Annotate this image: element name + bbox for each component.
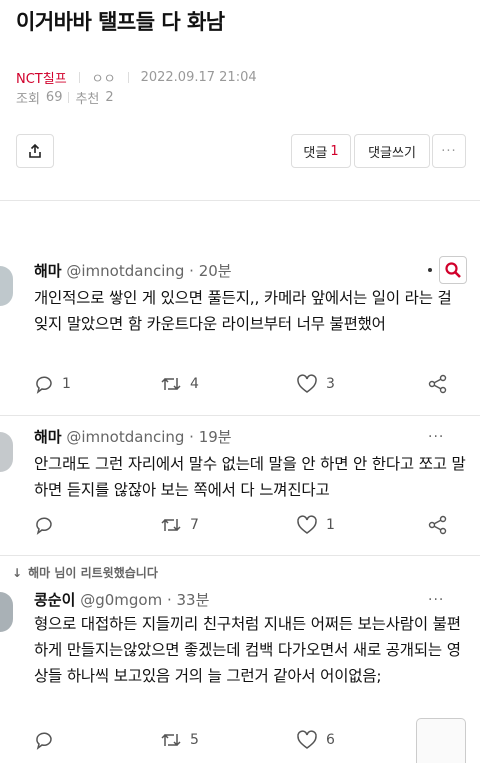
meta-divider	[127, 72, 129, 83]
like-icon	[297, 730, 317, 749]
tweet-screenshot: 해마 @imnotdancing · 20분 개인적으로 쌓인 게 있으면 풀든…	[0, 200, 480, 763]
like-count: 3	[326, 376, 335, 392]
like-action[interactable]: 6	[296, 730, 335, 750]
comment-label: 댓글	[303, 145, 328, 161]
retweet-action[interactable]: 5	[160, 730, 199, 750]
reply-icon	[36, 376, 52, 394]
tweet-author: 해마	[34, 262, 62, 280]
retweet-icon	[161, 518, 181, 532]
meta-divider	[78, 72, 80, 83]
search-icon	[445, 262, 461, 278]
post-stats: 조회 69 추천 2	[16, 88, 114, 107]
tweet-more-icon[interactable]: ···	[428, 592, 444, 608]
post-datetime: 2022.09.17 21:04	[140, 70, 257, 85]
retweet-count: 5	[190, 732, 199, 748]
avatar	[0, 432, 13, 472]
divider	[0, 200, 480, 201]
share-node-icon	[428, 374, 447, 394]
author-name[interactable]: ㅇㅇ	[92, 68, 116, 87]
share-icon	[29, 143, 41, 158]
sticker-image	[416, 718, 466, 763]
recommend-count: 2	[105, 90, 114, 105]
write-comment-button[interactable]: 댓글쓰기	[354, 134, 430, 168]
retweet-icon	[161, 733, 181, 747]
tweet-actions: 1 4 3	[34, 374, 454, 396]
like-count: 6	[326, 732, 335, 748]
share-button[interactable]	[16, 134, 54, 168]
like-action[interactable]: 3	[296, 374, 335, 394]
comment-button[interactable]: 댓글 1	[291, 134, 351, 168]
divider	[0, 555, 480, 556]
tweet-header: 콩순이 @g0mgom · 33분	[34, 589, 209, 610]
tweet-author: 콩순이	[34, 591, 76, 609]
meta-divider	[68, 92, 70, 103]
retweet-action[interactable]: 7	[160, 515, 199, 535]
avatar	[0, 266, 13, 306]
search-button[interactable]	[439, 256, 467, 284]
retweet-note-text: 해마 님이 리트윗했습니다	[28, 566, 158, 580]
views-label: 조회	[16, 92, 40, 107]
retweet-note: ↓ 해마 님이 리트윗했습니다	[12, 564, 158, 581]
tweet-actions: 7 1	[34, 515, 454, 537]
reply-count: 1	[62, 376, 71, 392]
recommend-label: 추천	[75, 92, 100, 107]
retweet-action[interactable]: 4	[160, 374, 199, 394]
comment-count: 1	[330, 143, 339, 159]
reply-icon	[36, 732, 52, 750]
tweet-handle: @imnotdancing · 19분	[66, 428, 232, 446]
like-icon	[297, 374, 317, 393]
share-action[interactable]	[428, 374, 448, 394]
tweet-text: 안그래도 그런 자리에서 말수 없는데 말을 안 하면 안 한다고 쪼고 말하면…	[34, 455, 466, 499]
retweet-count: 4	[190, 376, 199, 392]
post-header: 이거바바 탤프들 다 화남 NCT칠프 ㅇㅇ 2022.09.17 21:04 …	[0, 0, 480, 200]
post-meta: NCT칠프 ㅇㅇ 2022.09.17 21:04	[16, 68, 257, 87]
tweet-more-icon[interactable]	[428, 268, 432, 272]
tweet-actions: 5 6	[34, 730, 454, 752]
tweet-handle: @g0mgom · 33분	[80, 591, 210, 609]
reply-action[interactable]: 1	[34, 374, 71, 394]
retweet-count: 7	[190, 517, 199, 533]
like-icon	[297, 515, 317, 534]
tweet-text: 개인적으로 쌓인 게 있으면 풀든지,, 카메라 앞에서는 일이 라는 걸 잊지…	[34, 289, 452, 333]
avatar	[0, 592, 13, 632]
retweet-icon	[161, 377, 181, 391]
more-button[interactable]: ···	[432, 134, 466, 168]
post-title: 이거바바 탤프들 다 화남	[16, 10, 225, 34]
tweet-handle: @imnotdancing · 20분	[66, 262, 232, 280]
reply-action[interactable]	[34, 515, 54, 535]
share-node-icon	[428, 515, 447, 535]
share-action[interactable]	[428, 515, 448, 535]
views-count: 69	[45, 90, 63, 105]
tweet-header: 해마 @imnotdancing · 19분	[34, 426, 232, 447]
reply-icon	[36, 517, 52, 535]
tweet-author: 해마	[34, 428, 62, 446]
divider	[0, 415, 480, 416]
retweet-small-icon: ↓	[12, 566, 23, 580]
tweet-more-icon[interactable]: ···	[428, 429, 444, 445]
tweet-header: 해마 @imnotdancing · 20분	[34, 260, 232, 281]
reply-action[interactable]	[34, 730, 54, 750]
like-count: 1	[326, 517, 335, 533]
tweet-text: 형으로 대접하든 지들끼리 친구처럼 지내든 어쩌든 보는사람이 불편하게 만들…	[34, 615, 461, 685]
like-action[interactable]: 1	[296, 515, 335, 535]
board-link[interactable]: NCT칠프	[16, 68, 67, 87]
